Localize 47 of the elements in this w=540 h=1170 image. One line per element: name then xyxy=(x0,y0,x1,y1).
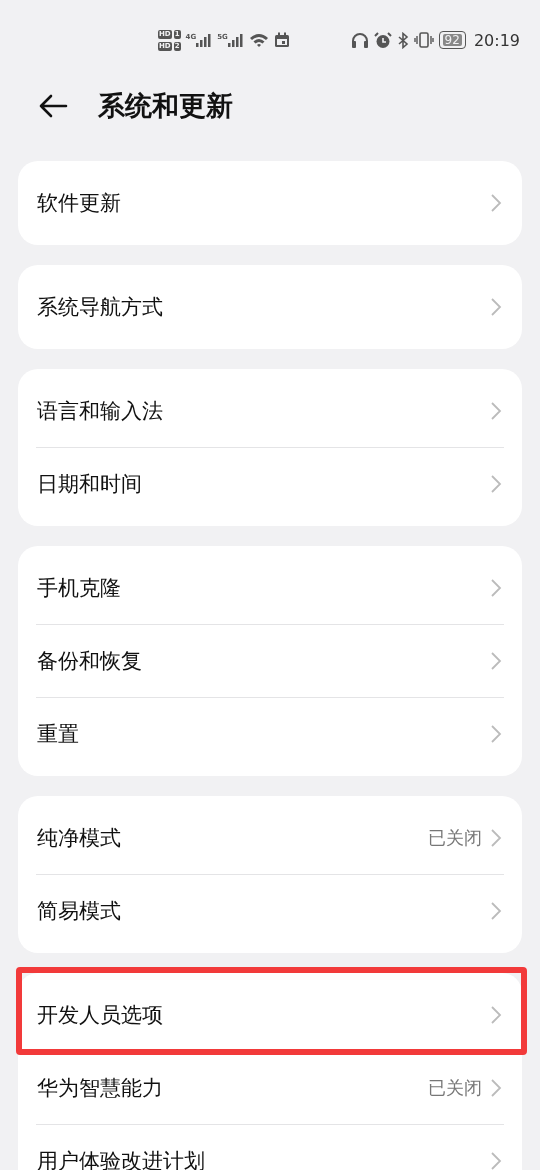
chevron-right-icon xyxy=(490,474,502,494)
settings-row[interactable]: 系统导航方式 xyxy=(18,271,522,343)
chevron-right-icon xyxy=(490,1005,502,1025)
settings-row[interactable]: 语言和输入法 xyxy=(18,375,522,447)
chevron-right-icon xyxy=(490,828,502,848)
settings-row[interactable]: 日期和时间 xyxy=(18,448,522,520)
row-label: 手机克隆 xyxy=(37,575,121,602)
row-label: 备份和恢复 xyxy=(37,648,142,675)
settings-row[interactable]: 重置 xyxy=(18,698,522,770)
chevron-right-icon xyxy=(490,901,502,921)
chevron-right-icon xyxy=(490,193,502,213)
settings-row[interactable]: 手机克隆 xyxy=(18,552,522,624)
headphones-icon xyxy=(350,32,369,48)
settings-row[interactable]: 备份和恢复 xyxy=(18,625,522,697)
wifi-icon xyxy=(248,32,269,48)
chevron-right-icon xyxy=(490,724,502,744)
row-label: 软件更新 xyxy=(37,190,121,217)
row-label: 简易模式 xyxy=(37,898,121,925)
row-label: 系统导航方式 xyxy=(37,294,163,321)
settings-row[interactable]: 软件更新 xyxy=(18,167,522,239)
settings-row[interactable]: 开发人员选项 xyxy=(18,979,522,1051)
row-label: 语言和输入法 xyxy=(37,398,163,425)
signal-icon xyxy=(227,33,244,47)
row-label: 纯净模式 xyxy=(37,825,121,852)
row-label: 开发人员选项 xyxy=(37,1002,163,1029)
clock-time: 20:19 xyxy=(473,30,520,50)
row-label: 华为智慧能力 xyxy=(37,1075,163,1102)
calendar-icon xyxy=(273,32,290,48)
page-title: 系统和更新 xyxy=(98,88,233,123)
settings-row[interactable]: 华为智慧能力 已关闭 xyxy=(18,1052,522,1124)
row-value: 已关闭 xyxy=(428,826,482,850)
chevron-right-icon xyxy=(490,401,502,421)
chevron-right-icon xyxy=(490,1151,502,1170)
settings-row[interactable]: 简易模式 xyxy=(18,875,522,947)
battery-icon: 92 xyxy=(438,31,466,49)
settings-row[interactable]: 纯净模式 已关闭 xyxy=(18,802,522,874)
row-label: 日期和时间 xyxy=(37,471,142,498)
chevron-right-icon xyxy=(490,297,502,317)
bluetooth-icon xyxy=(396,31,409,49)
chevron-right-icon xyxy=(490,1078,502,1098)
chevron-right-icon xyxy=(490,578,502,598)
chevron-right-icon xyxy=(490,651,502,671)
row-value: 已关闭 xyxy=(428,1076,482,1100)
vibrate-icon xyxy=(413,32,434,48)
row-label: 重置 xyxy=(37,721,79,748)
signal-icon xyxy=(196,33,213,47)
alarm-clock-icon xyxy=(373,31,392,49)
